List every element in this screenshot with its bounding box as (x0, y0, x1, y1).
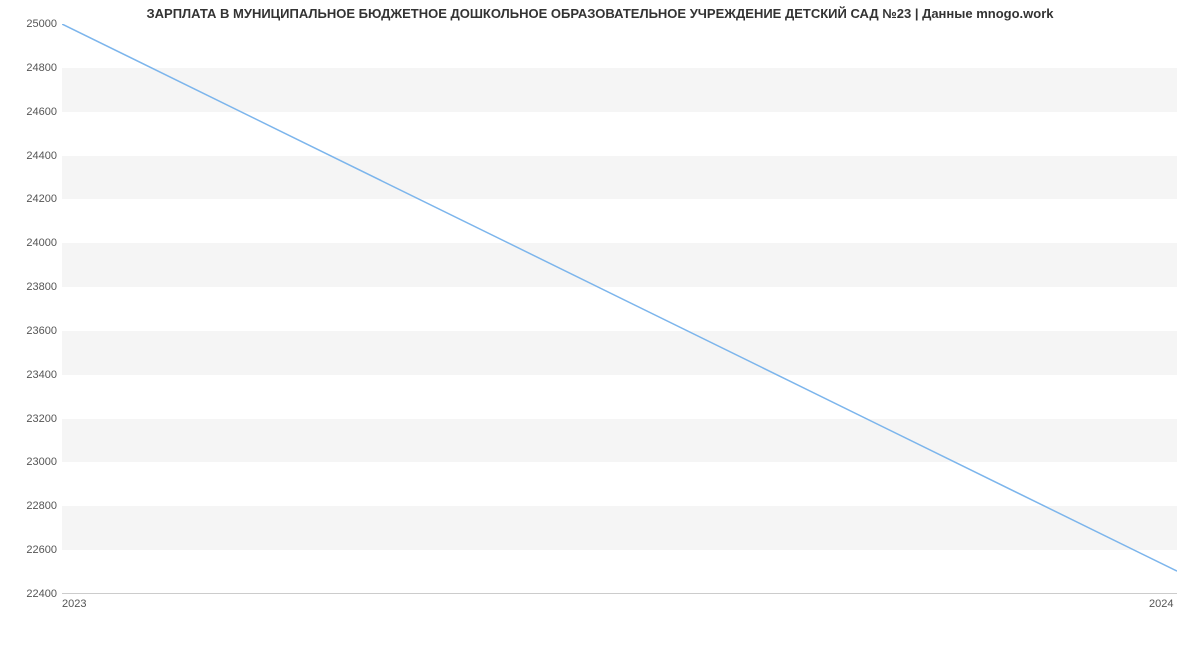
grid-band (62, 243, 1177, 287)
grid-band (62, 419, 1177, 463)
y-tick-label: 24400 (7, 150, 57, 162)
y-tick-label: 24000 (7, 237, 57, 249)
x-tick-label: 2024 (1149, 598, 1173, 610)
y-tick-label: 24200 (7, 193, 57, 205)
y-tick-label: 23800 (7, 281, 57, 293)
y-tick-label: 23400 (7, 369, 57, 381)
y-tick-label: 23200 (7, 413, 57, 425)
y-tick-label: 22600 (7, 544, 57, 556)
y-tick-label: 23000 (7, 456, 57, 468)
y-tick-label: 22800 (7, 500, 57, 512)
chart-container: ЗАРПЛАТА В МУНИЦИПАЛЬНОЕ БЮДЖЕТНОЕ ДОШКО… (0, 0, 1200, 620)
x-tick-label: 2023 (62, 598, 86, 610)
y-tick-label: 24800 (7, 62, 57, 74)
chart-title: ЗАРПЛАТА В МУНИЦИПАЛЬНОЕ БЮДЖЕТНОЕ ДОШКО… (0, 6, 1200, 21)
grid-band (62, 156, 1177, 200)
grid-band (62, 68, 1177, 112)
y-tick-label: 24600 (7, 106, 57, 118)
y-tick-label: 25000 (7, 18, 57, 30)
y-tick-label: 23600 (7, 325, 57, 337)
grid-band (62, 331, 1177, 375)
grid-band (62, 506, 1177, 550)
plot-area (62, 24, 1177, 594)
y-tick-label: 22400 (7, 588, 57, 600)
